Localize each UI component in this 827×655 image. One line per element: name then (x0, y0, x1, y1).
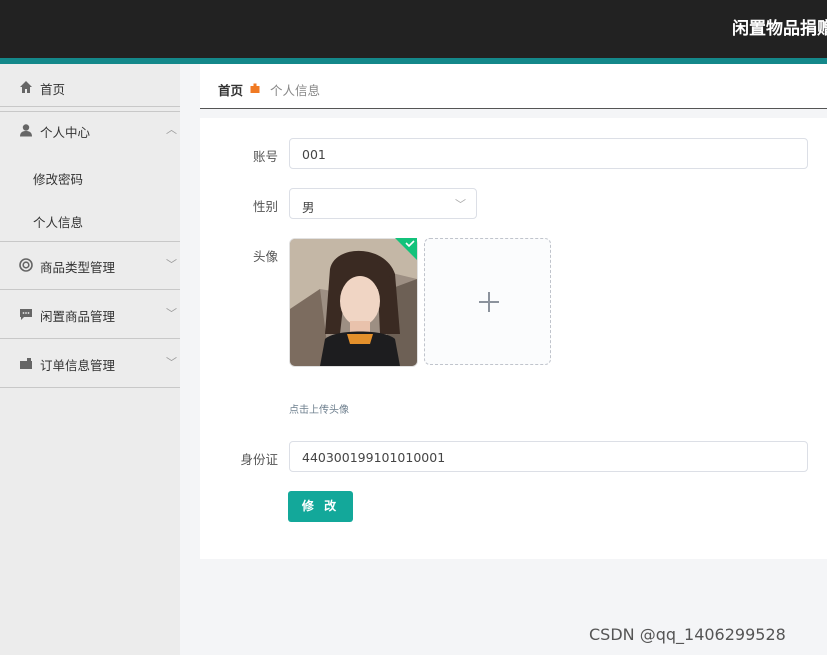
avatar-upload-button[interactable] (424, 238, 551, 365)
sidebar-item-label: 订单信息管理 (40, 358, 116, 373)
gender-label: 性别 (252, 199, 278, 214)
id-card-field[interactable]: 440300199101010001 (289, 441, 808, 472)
chevron-up-icon: ︿ (166, 123, 177, 136)
breadcrumb-home[interactable]: 首页 (218, 80, 243, 99)
avatar-upload-hint: 点击上传头像 (289, 405, 349, 416)
profile-form: 账号 001 性别 男 ﹀ 头像 点击上传头像 身份证 440300199101… (200, 118, 827, 559)
sidebar-item-category-management[interactable]: 商品类型管理 ﹀ (0, 242, 180, 290)
sidebar-item-personal-center[interactable]: 个人中心 ︿ (0, 107, 180, 155)
watermark: CSDN @qq_1406299528 (589, 625, 786, 644)
briefcase-icon (20, 358, 32, 369)
sidebar-group-personal: 个人中心 ︿ 修改密码 个人信息 (0, 106, 180, 242)
sidebar-subitem-change-password[interactable]: 修改密码 (33, 169, 83, 188)
chevron-down-icon: ﹀ (166, 356, 177, 369)
chevron-down-icon: ﹀ (455, 198, 466, 211)
chevron-down-icon: ﹀ (166, 258, 177, 271)
sidebar-item-label: 闲置商品管理 (40, 309, 116, 324)
sidebar-item-order-management[interactable]: 订单信息管理 ﹀ (0, 340, 180, 388)
sidebar: 首页 个人中心 ︿ 修改密码 个人信息 商品类型管理 ﹀ 闲置商品管理 ﹀ 订单… (0, 64, 180, 655)
top-bar: 闲置物品捐赠 (0, 0, 827, 64)
chat-icon (20, 309, 32, 320)
gender-select[interactable]: 男 ﹀ (289, 188, 477, 219)
avatar-label: 头像 (252, 249, 278, 264)
app-title: 闲置物品捐赠 (732, 19, 827, 39)
submit-button[interactable]: 修 改 (288, 491, 353, 522)
sidebar-item-label: 商品类型管理 (40, 260, 116, 275)
sidebar-item-label: 首页 (40, 82, 66, 97)
account-label: 账号 (252, 149, 278, 164)
check-icon (395, 238, 417, 260)
user-icon (20, 124, 32, 137)
breadcrumb: 首页 个人信息 (200, 64, 827, 109)
id-card-label: 身份证 (240, 452, 278, 467)
plus-icon-vertical (488, 292, 490, 312)
home-icon (20, 81, 32, 93)
breadcrumb-current: 个人信息 (270, 83, 321, 98)
gift-icon (250, 83, 260, 93)
sidebar-item-label: 个人中心 (40, 125, 91, 140)
account-field[interactable]: 001 (289, 138, 808, 169)
chevron-down-icon: ﹀ (166, 307, 177, 320)
lifebuoy-icon (19, 258, 33, 272)
sidebar-subitem-personal-info[interactable]: 个人信息 (33, 212, 83, 231)
gender-select-value: 男 (302, 200, 315, 215)
sidebar-item-idle-goods-management[interactable]: 闲置商品管理 ﹀ (0, 291, 180, 339)
sidebar-item-home[interactable]: 首页 (0, 64, 180, 112)
